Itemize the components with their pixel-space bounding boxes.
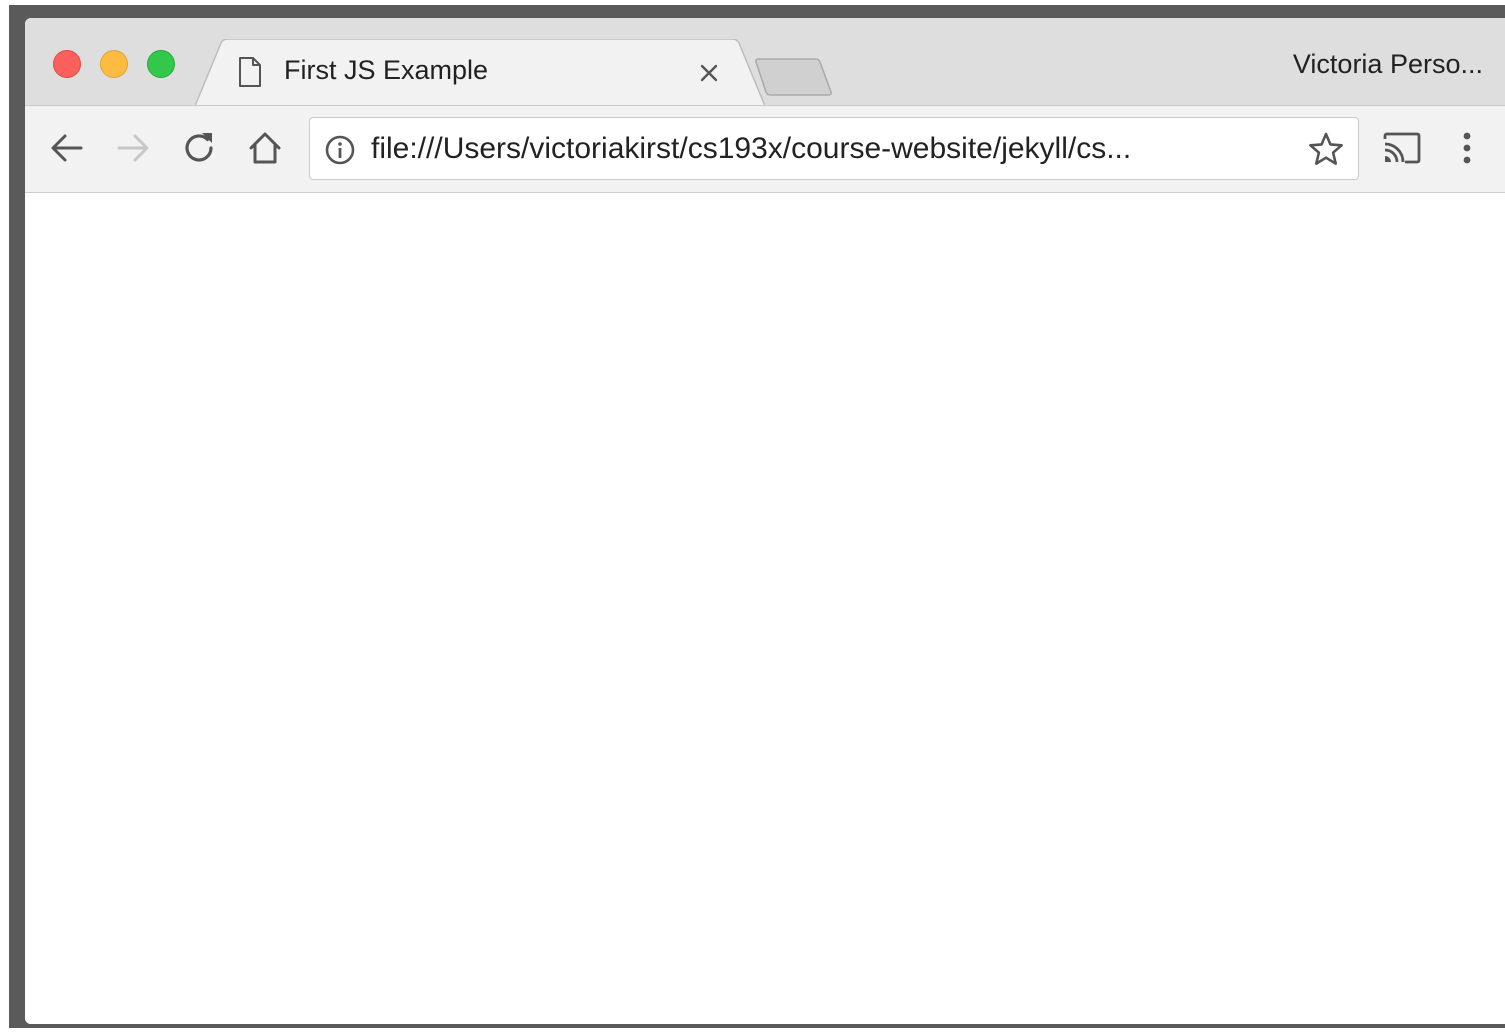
cast-icon[interactable] — [1381, 128, 1423, 168]
address-bar[interactable]: file:///Users/victoriakirst/cs193x/cours… — [309, 117, 1359, 180]
new-tab-button[interactable] — [753, 58, 833, 96]
page-content — [25, 193, 1505, 1024]
arrow-right-icon[interactable] — [113, 128, 153, 168]
url-text[interactable]: file:///Users/victoriakirst/cs193x/cours… — [371, 132, 1281, 166]
tab-title: First JS Example — [284, 55, 489, 85]
arrow-left-icon[interactable] — [47, 128, 87, 168]
info-icon[interactable] — [324, 134, 356, 166]
tab-strip: First JS Example Victoria Perso... — [25, 18, 1505, 106]
window-close-button[interactable] — [53, 50, 81, 78]
window-minimize-button[interactable] — [100, 50, 128, 78]
kebab-menu-icon[interactable] — [1449, 128, 1485, 168]
home-icon[interactable] — [245, 128, 285, 168]
tab-first-js-example[interactable]: First JS Example — [195, 39, 765, 106]
profile-button[interactable]: Victoria Perso... — [1293, 49, 1483, 80]
window-maximize-button[interactable] — [147, 50, 175, 78]
star-icon[interactable] — [1308, 131, 1344, 167]
close-icon[interactable] — [697, 61, 721, 85]
page-icon — [239, 57, 261, 87]
toolbar: file:///Users/victoriakirst/cs193x/cours… — [25, 105, 1505, 193]
browser-window: First JS Example Victoria Perso... file:… — [25, 18, 1505, 1024]
reload-icon[interactable] — [179, 128, 219, 168]
